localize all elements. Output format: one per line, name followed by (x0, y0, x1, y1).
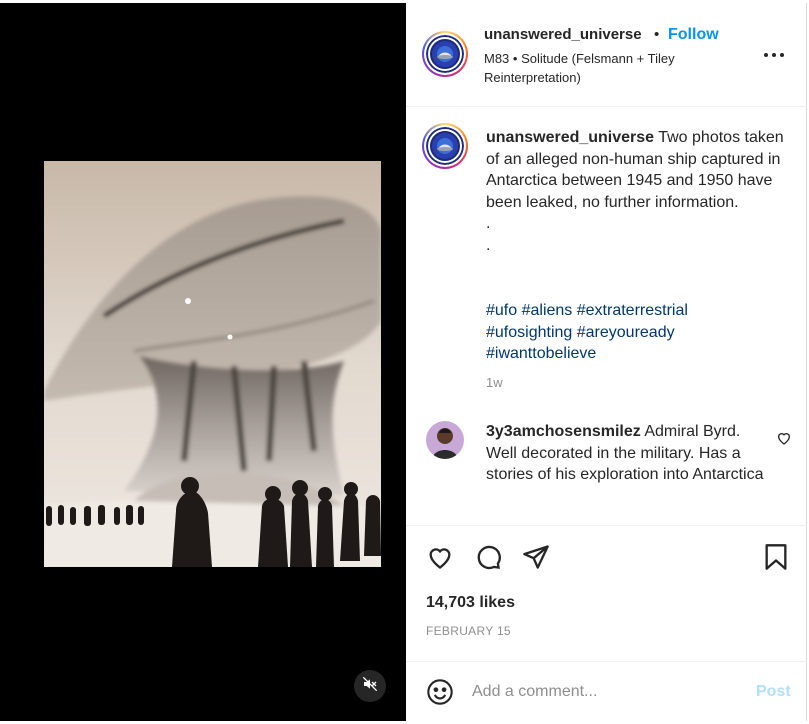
like-button[interactable] (424, 543, 456, 575)
follow-button[interactable]: Follow (668, 26, 719, 44)
post-date[interactable]: FEBRUARY 15 (426, 624, 511, 638)
post-age-timestamp[interactable]: 1w (486, 375, 503, 390)
post-sidebar: unanswered_universe • Follow M83 • Solit… (406, 3, 807, 721)
post-caption: unanswered_universe Two photos taken of … (486, 127, 786, 256)
save-button[interactable] (760, 543, 792, 575)
hashtag-link[interactable]: #extraterrestrial (577, 302, 688, 319)
author-username[interactable]: unanswered_universe (484, 26, 642, 43)
hashtag-link[interactable]: #areyouready (577, 324, 675, 341)
separator-dot: • (654, 26, 660, 43)
commenter-avatar[interactable] (426, 421, 464, 459)
media-viewer[interactable] (0, 3, 406, 721)
more-options-button[interactable] (762, 41, 786, 65)
speaker-muted-icon (362, 676, 378, 697)
audio-track-link[interactable]: M83 • Solitude (Felsmann + Tiley Reinter… (484, 49, 724, 87)
caption-username[interactable]: unanswered_universe (486, 129, 654, 146)
author-avatar[interactable] (422, 31, 468, 77)
share-button[interactable] (520, 543, 552, 575)
caption-dot-line: . (486, 215, 491, 232)
post-photo (44, 161, 381, 567)
more-options-icon (764, 44, 784, 62)
emoji-smile-icon[interactable] (426, 678, 454, 706)
hashtag-link[interactable]: #iwanttobelieve (486, 345, 596, 362)
hashtag-link[interactable]: #ufosighting (486, 324, 572, 341)
caption-dot-line: . (486, 236, 491, 254)
paper-plane-icon (522, 543, 550, 576)
comment-heart-icon[interactable] (776, 430, 792, 446)
hashtag-link[interactable]: #aliens (522, 302, 573, 319)
caption-author-avatar[interactable] (422, 123, 468, 169)
bookmark-icon (763, 543, 789, 576)
comment-button[interactable] (472, 543, 504, 575)
hashtag-list: #ufo #aliens #extraterrestrial #ufosight… (486, 300, 786, 365)
comment-username[interactable]: 3y3amchosensmilez (486, 423, 641, 440)
post-comment-button[interactable]: Post (756, 683, 791, 701)
likes-count[interactable]: 14,703 likes (426, 594, 515, 612)
comment-item: 3y3amchosensmilez Admiral Byrd. Well dec… (486, 421, 766, 486)
comment-composer: Post (406, 661, 807, 721)
instagram-post-dialog: unanswered_universe • Follow M83 • Solit… (0, 0, 809, 724)
hashtag-link[interactable]: #ufo (486, 302, 517, 319)
post-header: unanswered_universe • Follow M83 • Solit… (406, 3, 807, 107)
comment-input[interactable] (472, 678, 742, 706)
mute-toggle-button[interactable] (354, 670, 386, 702)
post-actions: 14,703 likes FEBRUARY 15 (406, 525, 807, 661)
heart-icon (426, 543, 454, 576)
comment-bubble-icon (474, 543, 502, 576)
